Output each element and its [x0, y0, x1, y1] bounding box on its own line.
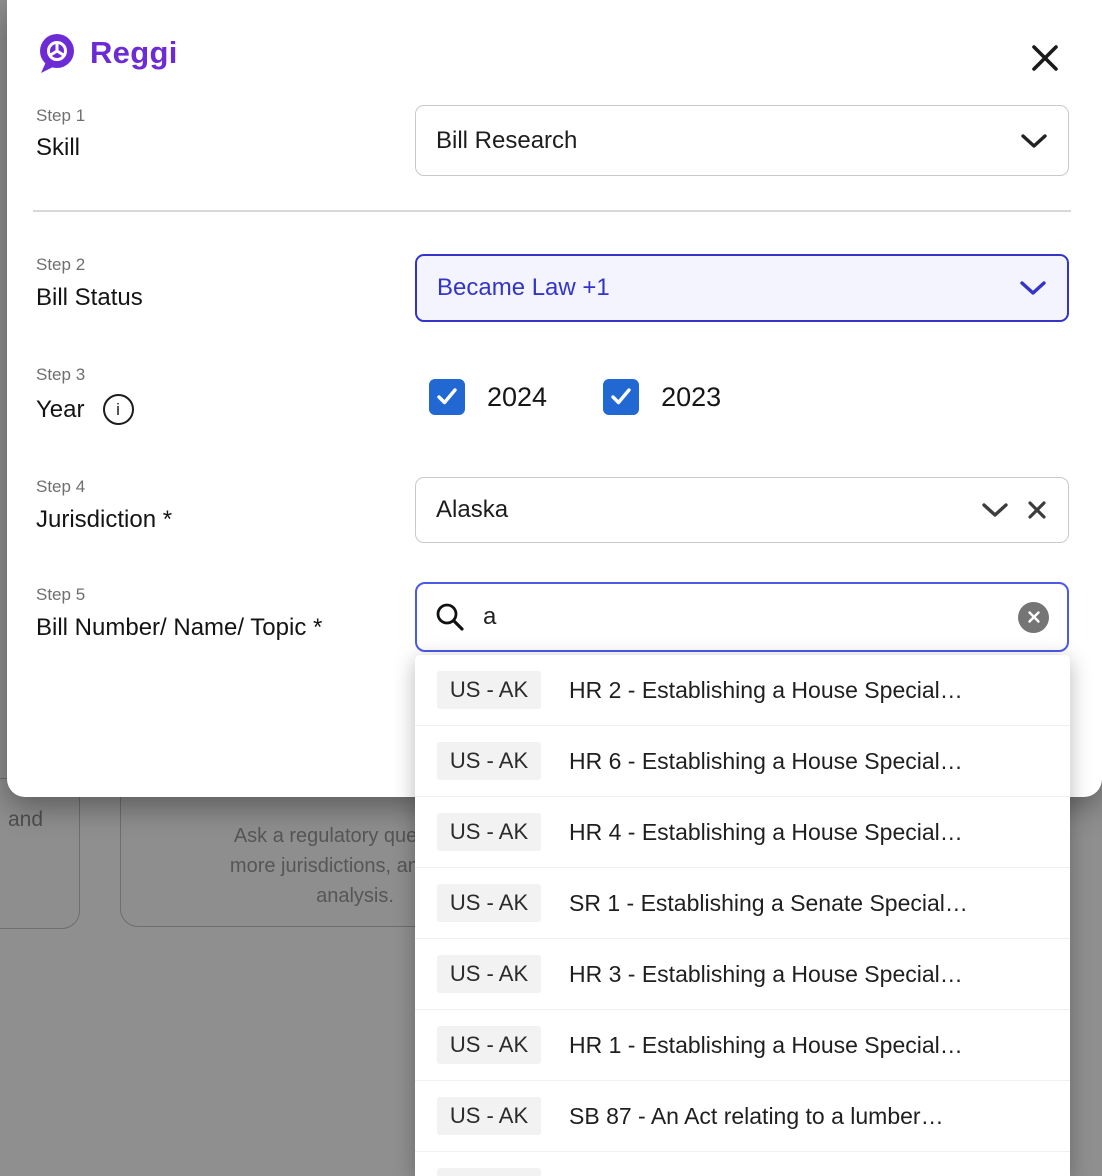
clear-jurisdiction-button[interactable]	[1026, 499, 1048, 521]
result-title: HR 1 - Establishing a House Special…	[569, 1032, 963, 1059]
list-item[interactable]: US - AK HR 1 - Establishing a House Spec…	[415, 1010, 1070, 1081]
step4-title: Jurisdiction *	[36, 506, 172, 534]
jurisdiction-badge: US - AK	[437, 1026, 541, 1064]
result-title: HR 4 - Establishing a House Special…	[569, 819, 963, 846]
step1-title: Skill	[36, 134, 80, 162]
app-viewport: and Ask a regulatory question a more jur…	[0, 0, 1102, 1176]
clear-icon	[1027, 610, 1041, 624]
step2-kicker: Step 2	[36, 255, 85, 275]
jurisdiction-badge: US - AK	[437, 742, 541, 780]
info-icon[interactable]: i	[103, 394, 134, 425]
chevron-down-icon	[981, 502, 1009, 518]
jurisdiction-badge: US - AK	[437, 671, 541, 709]
section-divider	[33, 210, 1071, 212]
step4-kicker: Step 4	[36, 477, 85, 497]
bill-status-value: Became Law +1	[437, 274, 610, 302]
step3-kicker: Step 3	[36, 365, 85, 385]
list-item[interactable]: US - AK SR 1 - Establishing a Senate Spe…	[415, 868, 1070, 939]
brand-header: Reggi	[36, 32, 178, 74]
result-title: HR 3 - Establishing a House Special…	[569, 961, 963, 988]
search-results-dropdown: US - AK HR 2 - Establishing a House Spec…	[415, 655, 1070, 1176]
list-item[interactable]: US - AK SB 87 - An Act relating to a lum…	[415, 1081, 1070, 1152]
list-item[interactable]: US - AK HR 4 - Establishing a House Spec…	[415, 797, 1070, 868]
year-2024-checkbox[interactable]	[429, 379, 465, 415]
list-item[interactable]	[415, 1152, 1070, 1176]
brand-title: Reggi	[90, 35, 178, 71]
bill-status-select[interactable]: Became Law +1	[415, 254, 1069, 322]
result-title: SB 87 - An Act relating to a lumber…	[569, 1103, 944, 1130]
year-checkbox-group: 2024 2023	[429, 379, 721, 415]
jurisdiction-select[interactable]: Alaska	[415, 477, 1069, 543]
search-icon	[435, 602, 465, 632]
close-button[interactable]	[1025, 38, 1065, 78]
clear-search-button[interactable]	[1018, 602, 1049, 633]
bill-search-field	[415, 582, 1069, 652]
reggi-logo-icon	[36, 32, 78, 74]
step3-title: Year i	[36, 394, 134, 425]
chevron-down-icon	[1020, 133, 1048, 149]
check-icon	[610, 387, 632, 407]
list-item[interactable]: US - AK HR 3 - Establishing a House Spec…	[415, 939, 1070, 1010]
step5-title: Bill Number/ Name/ Topic *	[36, 614, 322, 642]
step3-title-text: Year	[36, 396, 85, 424]
step5-kicker: Step 5	[36, 585, 85, 605]
result-title: HR 2 - Establishing a House Special…	[569, 677, 963, 704]
jurisdiction-badge: US - AK	[437, 955, 541, 993]
step1-kicker: Step 1	[36, 106, 85, 126]
jurisdiction-badge: US - AK	[437, 813, 541, 851]
skill-select-value: Bill Research	[436, 127, 577, 155]
jurisdiction-value: Alaska	[436, 496, 508, 524]
jurisdiction-badge	[437, 1168, 541, 1176]
bill-search-input[interactable]	[481, 602, 1018, 632]
step2-title: Bill Status	[36, 284, 143, 312]
check-icon	[436, 387, 458, 407]
clear-icon	[1026, 499, 1048, 521]
year-2023-checkbox[interactable]	[603, 379, 639, 415]
list-item[interactable]: US - AK HR 6 - Establishing a House Spec…	[415, 726, 1070, 797]
jurisdiction-badge: US - AK	[437, 1097, 541, 1135]
list-item[interactable]: US - AK HR 2 - Establishing a House Spec…	[415, 655, 1070, 726]
chevron-down-icon	[1019, 280, 1047, 296]
skill-select[interactable]: Bill Research	[415, 105, 1069, 176]
result-title: SR 1 - Establishing a Senate Special…	[569, 890, 968, 917]
close-icon	[1028, 41, 1062, 75]
year-2023-label: 2023	[661, 382, 721, 413]
jurisdiction-badge: US - AK	[437, 884, 541, 922]
year-2024-label: 2024	[487, 382, 547, 413]
result-title: HR 6 - Establishing a House Special…	[569, 748, 963, 775]
